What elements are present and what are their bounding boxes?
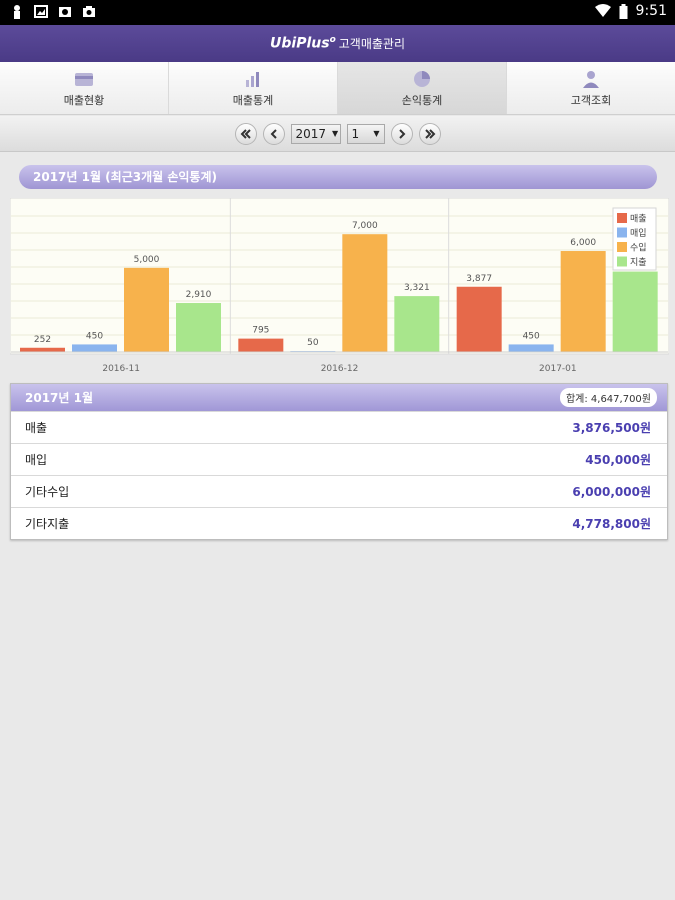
- profit-chart: 252 450 5,000 2,910 2016-11 795 50 7,000 3,321 20…: [10, 198, 669, 376]
- summary-row-sales: 매출 3,876,500원: [11, 411, 667, 443]
- dropdown-arrow-icon: ▼: [373, 129, 380, 138]
- data-label: 3,321: [404, 283, 430, 293]
- tab-customer-lookup[interactable]: 고객조회: [507, 62, 675, 114]
- app-title-bar: UbiPluso 고객매출관리: [0, 25, 675, 62]
- date-navigation: 2017 ▼ 1 ▼: [0, 116, 675, 152]
- tab-label: 매출통계: [232, 93, 274, 107]
- row-value: 6,000,000원: [572, 485, 651, 499]
- x-tick-label: 2016-11: [102, 364, 140, 374]
- bar: [124, 267, 169, 352]
- row-value: 450,000원: [585, 453, 651, 467]
- tab-sales-status[interactable]: 매출현황: [0, 62, 169, 114]
- data-label: 2,910: [186, 290, 212, 300]
- double-chevron-right-icon: [424, 128, 435, 139]
- bar: [456, 286, 502, 352]
- row-value: 4,778,800원: [572, 517, 651, 531]
- bar-chart: 252 450 5,000 2,910 2016-11 795 50 7,000 3,321 20…: [10, 198, 669, 374]
- bar: [508, 344, 554, 352]
- next-period-button[interactable]: [390, 122, 413, 145]
- photo-icon: [59, 7, 71, 17]
- first-period-button[interactable]: [234, 122, 257, 145]
- chevron-right-icon: [398, 128, 405, 139]
- data-label: 252: [34, 335, 51, 345]
- pie-chart-icon: [414, 70, 430, 87]
- legend-swatch: [617, 256, 627, 267]
- data-label: 3,877: [466, 274, 492, 284]
- legend-label: 수입: [630, 242, 647, 254]
- wifi-icon: [594, 4, 611, 17]
- dropdown-arrow-icon: ▼: [332, 129, 339, 138]
- data-label: 450: [523, 331, 540, 341]
- main-tabs: 매출현황 매출통계 손익통계 고객조회: [0, 62, 675, 115]
- year-select[interactable]: 2017 ▼: [290, 123, 341, 144]
- person-icon: [583, 70, 599, 88]
- summary-header: 2017년 1월 합계: 4,647,700원: [11, 384, 667, 411]
- period-title: 2017년 1월 (최근3개월 손익통계): [19, 165, 657, 189]
- bar: [20, 347, 65, 352]
- data-label: 795: [252, 326, 269, 336]
- summary-title: 2017년 1월: [25, 391, 94, 405]
- brand-logo: UbiPluso: [270, 35, 336, 52]
- bar: [72, 344, 117, 352]
- data-label: 5,000: [134, 255, 160, 265]
- legend-label: 지출: [630, 257, 647, 268]
- status-bar: 9:51: [0, 0, 675, 25]
- camera-icon: [83, 6, 95, 17]
- data-label: 6,000: [570, 238, 596, 248]
- prev-period-button[interactable]: [262, 122, 285, 145]
- bar: [238, 338, 284, 352]
- notification-icon: [14, 5, 20, 19]
- legend-label: 매입: [630, 227, 647, 239]
- bar-chart-icon: [246, 71, 259, 87]
- tab-sales-stats[interactable]: 매출통계: [169, 62, 338, 114]
- total-badge: 합계: 4,647,700원: [559, 388, 657, 407]
- tab-label: 매출현황: [63, 93, 105, 107]
- row-value: 3,876,500원: [572, 421, 651, 435]
- summary-row-purchase: 매입 450,000원: [11, 443, 667, 475]
- chevron-left-icon: [270, 128, 277, 139]
- bar: [394, 296, 440, 352]
- legend-swatch: [617, 213, 627, 223]
- summary-card: 2017년 1월 합계: 4,647,700원 매출 3,876,500원 매입…: [10, 383, 668, 540]
- month-select[interactable]: 1 ▼: [346, 123, 385, 144]
- data-label: 7,000: [352, 221, 378, 231]
- x-tick-label: 2017-01: [539, 364, 577, 374]
- battery-icon: [619, 3, 628, 19]
- bar: [612, 271, 658, 352]
- bar: [342, 234, 388, 352]
- summary-row-other-expense: 기타지출 4,778,800원: [11, 507, 667, 539]
- last-period-button[interactable]: [418, 122, 441, 145]
- row-label: 매입: [25, 453, 48, 467]
- card-icon: [75, 72, 93, 86]
- image-icon: [34, 5, 48, 18]
- data-label: 450: [86, 331, 103, 341]
- row-label: 기타수입: [25, 485, 70, 499]
- row-label: 매출: [25, 421, 48, 435]
- clock: 9:51: [635, 3, 667, 19]
- tab-profit-stats[interactable]: 손익통계: [338, 62, 507, 114]
- month-value: 1: [351, 126, 360, 141]
- summary-row-other-income: 기타수입 6,000,000원: [11, 475, 667, 507]
- double-chevron-left-icon: [240, 128, 251, 139]
- tab-label: 손익통계: [401, 93, 443, 107]
- app-title: 고객매출관리: [338, 37, 405, 51]
- bar: [176, 303, 221, 352]
- x-tick-label: 2016-12: [321, 364, 359, 374]
- legend-swatch: [617, 227, 627, 238]
- bar: [560, 251, 606, 352]
- row-label: 기타지출: [25, 517, 70, 531]
- legend-label: 매출: [630, 214, 647, 225]
- year-value: 2017: [295, 126, 327, 141]
- data-label: 50: [307, 338, 319, 348]
- legend-swatch: [617, 242, 627, 252]
- tab-label: 고객조회: [570, 93, 612, 107]
